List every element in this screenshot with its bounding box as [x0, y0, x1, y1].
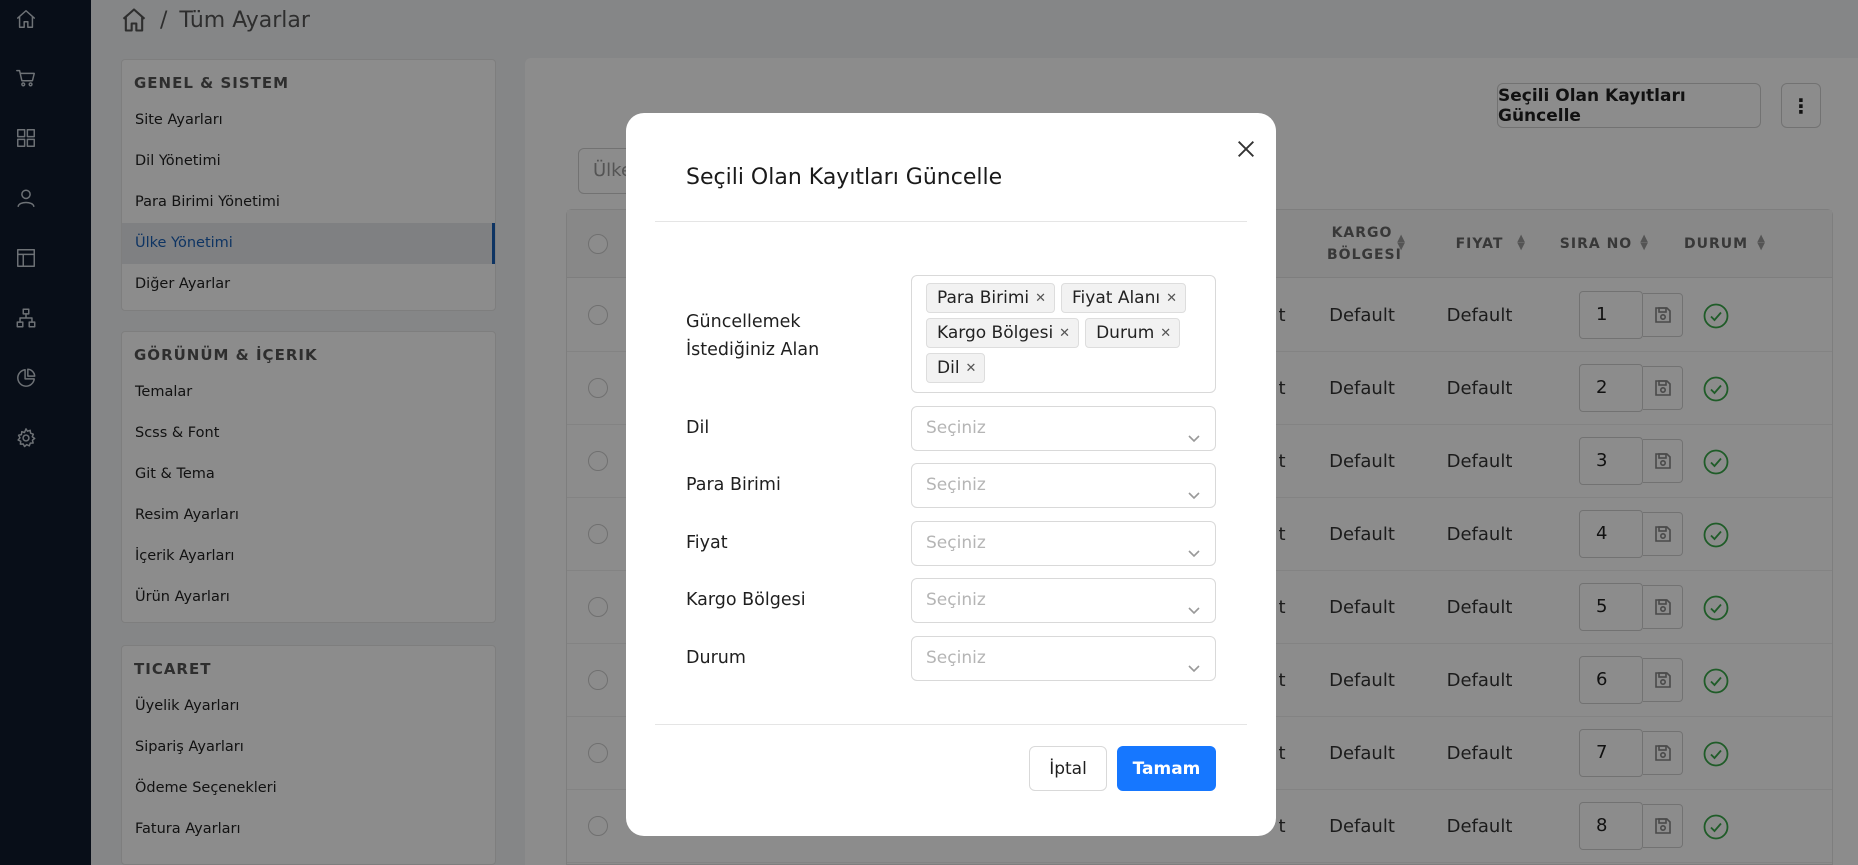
fields-multiselect[interactable]: Para Birimi ✕ Fiyat Alanı ✕ Kargo Bölgesi ✕…	[911, 275, 1216, 393]
tag-label: Para Birimi	[937, 288, 1030, 308]
tag-label: Kargo Bölgesi	[937, 323, 1054, 343]
fiyat-label: Fiyat	[686, 533, 728, 553]
field-tag: Para Birimi ✕	[926, 283, 1056, 313]
fiyat-select[interactable]: Seçiniz	[911, 521, 1216, 566]
tag-label: Dil	[937, 358, 960, 378]
dil-label: Dil	[686, 418, 710, 438]
modal-header-divider	[655, 221, 1247, 222]
kargo-bolgesi-label: Kargo Bölgesi	[686, 590, 806, 610]
tag-label: Durum	[1096, 323, 1155, 343]
chevron-down-icon	[1186, 650, 1202, 673]
close-icon[interactable]	[1231, 134, 1261, 164]
field-tag: Fiyat Alanı ✕	[1061, 283, 1187, 313]
chevron-down-icon	[1186, 420, 1202, 443]
durum-select[interactable]: Seçiniz	[911, 636, 1216, 681]
select-placeholder: Seçiniz	[926, 648, 986, 668]
fields-label: Güncellemek İstediğiniz Alan	[686, 312, 820, 360]
ok-button[interactable]: Tamam	[1117, 746, 1216, 791]
field-tag: Dil ✕	[926, 353, 986, 383]
select-placeholder: Seçiniz	[926, 475, 986, 495]
modal-title: Seçili Olan Kayıtları Güncelle	[686, 165, 1003, 190]
chevron-down-icon	[1186, 535, 1202, 558]
chevron-down-icon	[1186, 592, 1202, 615]
durum-label: Durum	[686, 648, 746, 668]
select-placeholder: Seçiniz	[926, 418, 986, 438]
remove-tag-icon[interactable]: ✕	[1166, 291, 1177, 306]
remove-tag-icon[interactable]: ✕	[966, 361, 977, 376]
select-placeholder: Seçiniz	[926, 590, 986, 610]
remove-tag-icon[interactable]: ✕	[1160, 326, 1171, 341]
field-tag: Durum ✕	[1085, 318, 1181, 348]
tag-label: Fiyat Alanı	[1072, 288, 1161, 308]
para-birimi-label: Para Birimi	[686, 475, 781, 495]
modal-footer-divider	[655, 724, 1247, 725]
remove-tag-icon[interactable]: ✕	[1035, 291, 1046, 306]
kargo-bolgesi-select[interactable]: Seçiniz	[911, 578, 1216, 623]
chevron-down-icon	[1186, 477, 1202, 500]
select-placeholder: Seçiniz	[926, 533, 986, 553]
cancel-button[interactable]: İptal	[1029, 746, 1107, 791]
para-birimi-select[interactable]: Seçiniz	[911, 463, 1216, 508]
update-modal: Seçili Olan Kayıtları Güncelle Güncellem…	[626, 113, 1276, 836]
remove-tag-icon[interactable]: ✕	[1059, 326, 1070, 341]
dil-select[interactable]: Seçiniz	[911, 406, 1216, 451]
field-tag: Kargo Bölgesi ✕	[926, 318, 1080, 348]
